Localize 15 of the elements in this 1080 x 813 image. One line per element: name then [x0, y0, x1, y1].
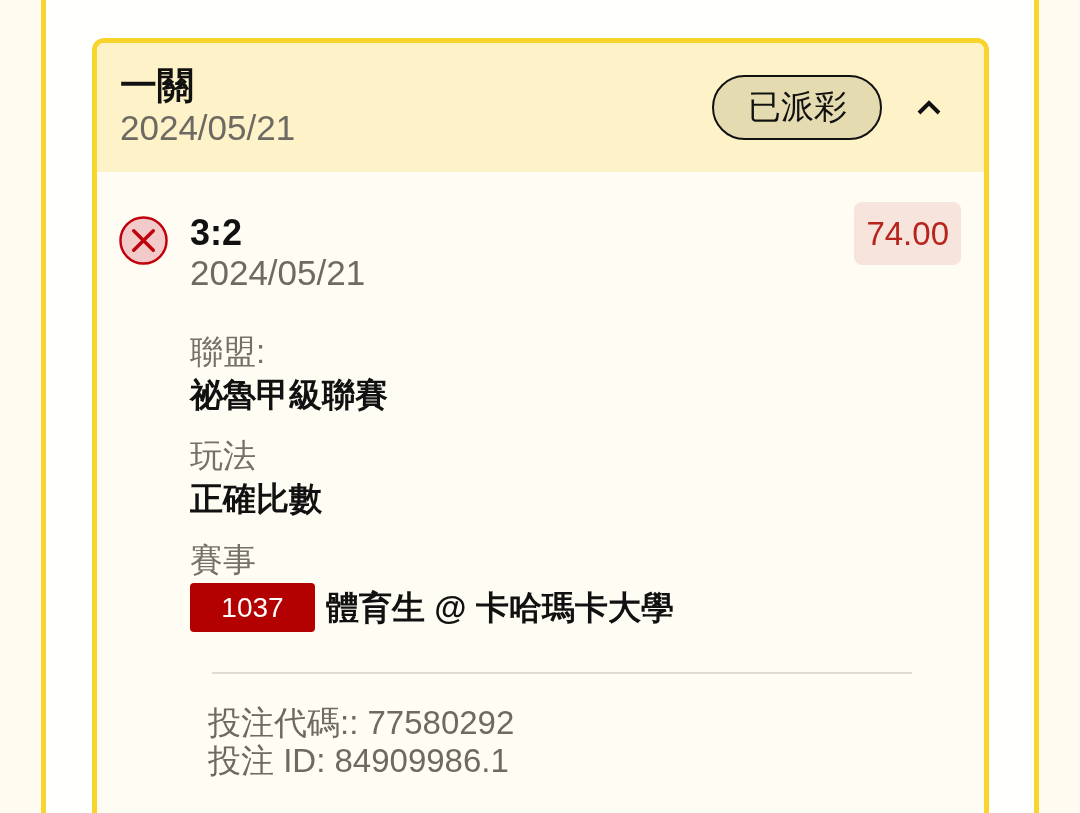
field-label: 賽事 — [190, 540, 257, 580]
bet-date: 2024/05/21 — [120, 107, 297, 148]
field-value: 祕魯甲級聯賽 — [190, 375, 389, 415]
match-teams: 體育生 @ 卡哈瑪卡大學 — [326, 587, 674, 628]
match-date: 2024/05/21 — [190, 253, 367, 293]
field-value: 正確比數 — [190, 479, 323, 519]
match-number-tag: 1037 — [190, 583, 315, 632]
bet-reference: 投注 ID: 84909986.1 — [208, 742, 510, 780]
bet-type-title: 一關 — [120, 63, 195, 108]
field-label: 聯盟: — [190, 332, 267, 372]
bet-reference: 投注代碼:: 77580292 — [208, 704, 516, 742]
amount-badge: 74.00 — [854, 202, 961, 265]
score-text: 3:2 — [190, 213, 244, 253]
field-label: 玩法 — [190, 436, 257, 476]
status-badge: 已派彩 — [712, 75, 882, 140]
